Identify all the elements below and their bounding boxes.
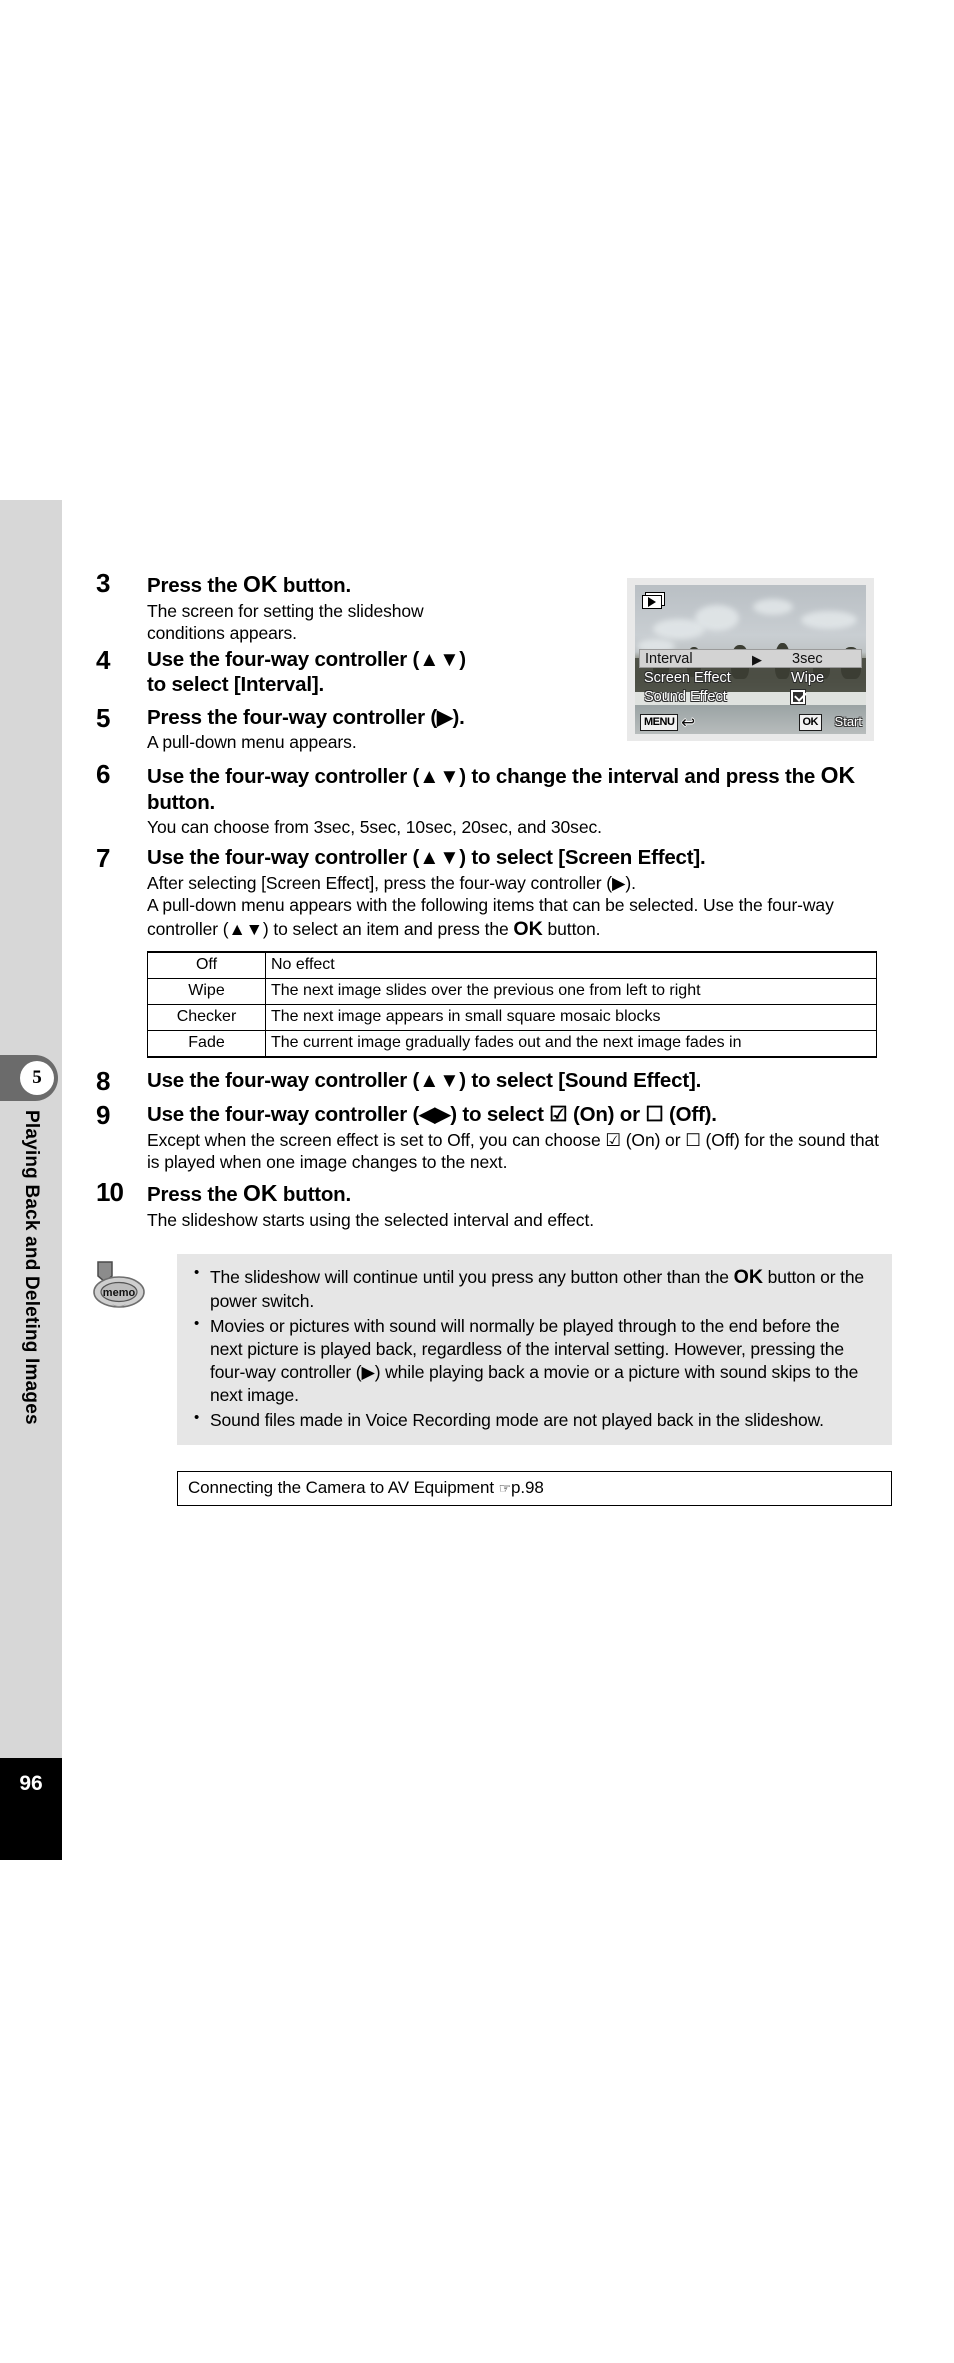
ok-button-glyph: OK <box>243 1180 278 1207</box>
step-8-heading: Use the four-way controller (▲▼) to sele… <box>147 1068 702 1092</box>
chapter-number-badge: 5 <box>0 1055 58 1101</box>
page-number-text: 96 <box>19 1772 43 1795</box>
memo-item: The slideshow will continue until you pr… <box>193 1263 876 1313</box>
checkbox-checked-glyph: ☑ <box>605 1129 621 1150</box>
step-4-heading: Use the four-way controller (▲▼) to sele… <box>147 647 466 697</box>
checkbox-empty-glyph: ☐ <box>645 1102 664 1126</box>
chapter-title-text: Playing Back and Deleting Images <box>21 1110 42 1425</box>
step-7-description-body: A pull-down menu appears with the follow… <box>147 894 834 939</box>
memo-item-pre: The slideshow will continue until you pr… <box>210 1267 734 1288</box>
step-10-description: The slideshow starts using the selected … <box>147 1210 594 1231</box>
step-6-heading-post: button. <box>147 790 216 814</box>
step-10-heading-post: button. <box>277 1183 351 1207</box>
step-9-description-b: (On) or <box>620 1129 686 1150</box>
instruction-steps: 3 Press the OK button. The screen for se… <box>93 570 896 1506</box>
memo-note: memo The slideshow will continue until y… <box>93 1254 896 1445</box>
pointing-hand-icon: ☞ <box>498 1479 512 1496</box>
table-row: Off No effect <box>147 951 877 980</box>
checkbox-checked-glyph: ☑ <box>549 1102 568 1126</box>
svg-text:memo: memo <box>103 1287 136 1299</box>
step-7-description-line1: After selecting [Screen Effect], press t… <box>147 873 636 894</box>
step-6-number: 6 <box>96 758 111 789</box>
step-10-heading: Press the OK button. <box>147 1179 896 1208</box>
effect-name: Off <box>147 951 266 980</box>
ok-button-glyph: OK <box>243 571 278 597</box>
page-number-block: 96 <box>0 1758 62 1860</box>
chapter-title-vertical: Playing Back and Deleting Images <box>0 1110 62 1710</box>
xref-page-ref: p.98 <box>511 1477 544 1497</box>
step-10-heading-pre: Press the <box>147 1183 243 1207</box>
step-5-description: A pull-down menu appears. <box>147 732 357 753</box>
ok-button-glyph: OK <box>513 917 543 940</box>
step-6-description: You can choose from 3sec, 5sec, 10sec, 2… <box>147 817 602 838</box>
step-9: 9 Use the four-way controller (◀▶) to se… <box>96 1102 896 1174</box>
step-9-heading-c: (Off). <box>663 1102 717 1126</box>
step-10: 10 Press the OK button. The slideshow st… <box>96 1179 896 1232</box>
step-7-number: 7 <box>96 843 111 874</box>
table-row: Checker The next image appears in small … <box>147 1004 877 1031</box>
step-10-number: 10 <box>96 1177 124 1208</box>
step-3-heading: Press the OK button. <box>147 570 477 599</box>
checkbox-empty-glyph: ☐ <box>685 1129 701 1150</box>
cross-reference-box[interactable]: Connecting the Camera to AV Equipment ☞p… <box>177 1470 892 1506</box>
table-row: Fade The current image gradually fades o… <box>147 1029 877 1058</box>
step-9-description: Except when the screen effect is set to … <box>147 1130 896 1174</box>
step-3-description: The screen for setting the slideshow con… <box>147 600 424 643</box>
effect-description: No effect <box>265 951 877 980</box>
effect-name: Fade <box>147 1029 266 1058</box>
step-3-number: 3 <box>96 568 111 598</box>
step-7: 7 Use the four-way controller (▲▼) to se… <box>96 845 896 941</box>
step-5-number: 5 <box>96 702 111 733</box>
ok-button-glyph: OK <box>733 1266 763 1289</box>
memo-item: Sound files made in Voice Recording mode… <box>193 1408 876 1432</box>
step-7-heading: Use the four-way controller (▲▼) to sele… <box>147 846 706 870</box>
chapter-number-circle: 5 <box>20 1061 54 1095</box>
step-4: 4 Use the four-way controller (▲▼) to se… <box>96 647 896 703</box>
step-7-description-line2: A pull-down menu appears with the follow… <box>147 895 896 941</box>
step-5: 5 Press the four-way controller (▶). A p… <box>96 705 896 755</box>
ok-button-glyph: OK <box>820 761 856 788</box>
memo-item: Movies or pictures with sound will norma… <box>193 1313 876 1408</box>
memo-item-pre: Movies or pictures with sound will norma… <box>210 1315 859 1406</box>
effect-description: The next image appears in small square m… <box>265 1004 877 1031</box>
step-6-heading: Use the four-way controller (▲▼) to chan… <box>147 761 896 816</box>
step-9-heading-b: (On) or <box>567 1102 646 1126</box>
effect-name: Checker <box>147 1004 266 1031</box>
effect-description: The current image gradually fades out an… <box>265 1029 877 1058</box>
step-8-number: 8 <box>96 1065 111 1096</box>
step-9-heading-a: Use the four-way controller (◀▶) to sele… <box>147 1102 550 1126</box>
step-7-description-tail: button. <box>542 918 601 939</box>
memo-item-pre: Sound files made in Voice Recording mode… <box>210 1409 824 1430</box>
step-6-heading-pre: Use the four-way controller (▲▼) to chan… <box>147 764 821 788</box>
effect-name: Wipe <box>147 978 266 1006</box>
step-9-number: 9 <box>96 1099 111 1130</box>
memo-box: The slideshow will continue until you pr… <box>177 1254 892 1445</box>
screen-effects-table: Off No effect Wipe The next image slides… <box>147 951 877 1058</box>
step-9-description-a: Except when the screen effect is set to … <box>147 1129 606 1150</box>
step-3-heading-post: button. <box>277 574 351 597</box>
xref-text: Connecting the Camera to AV Equipment <box>188 1477 499 1497</box>
effect-description: The next image slides over the previous … <box>265 978 877 1006</box>
memo-icon: memo <box>93 1261 145 1308</box>
step-4-number: 4 <box>96 644 111 675</box>
step-9-heading: Use the four-way controller (◀▶) to sele… <box>147 1102 896 1128</box>
step-8: 8 Use the four-way controller (▲▼) to se… <box>96 1068 896 1100</box>
step-3-heading-pre: Press the <box>147 574 243 597</box>
step-5-heading: Press the four-way controller (▶). <box>147 705 465 729</box>
table-row: Wipe The next image slides over the prev… <box>147 978 877 1006</box>
step-6: 6 Use the four-way controller (▲▼) to ch… <box>96 761 896 840</box>
step-3: 3 Press the OK button. The screen for se… <box>96 570 896 645</box>
